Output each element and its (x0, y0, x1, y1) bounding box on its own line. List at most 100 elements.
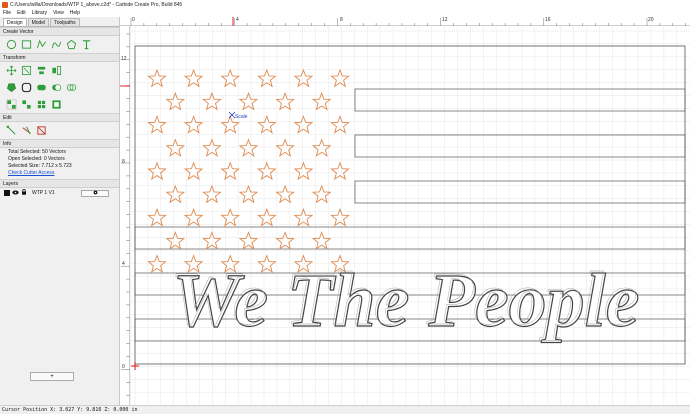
star-shape[interactable] (238, 231, 259, 250)
star-shape[interactable] (165, 184, 186, 204)
star-shape[interactable] (165, 138, 186, 157)
stripe-4[interactable] (134, 226, 686, 250)
star-shape[interactable] (257, 161, 277, 181)
left-ruler-ticks (120, 33, 130, 409)
star-shape[interactable] (147, 115, 167, 134)
stripe-1[interactable] (354, 88, 686, 112)
trim-tool-icon[interactable] (21, 125, 32, 136)
layer-settings-button[interactable] (81, 189, 109, 197)
mirror-tool-icon[interactable] (51, 65, 62, 76)
create-vector-header: Create Vector (0, 27, 119, 36)
selected-size-text: Selected Size: 7.712 x 5.723 (8, 163, 72, 169)
ruler-label-y12: 12 (121, 56, 127, 62)
text-tool-icon[interactable] (81, 39, 92, 50)
star-shape[interactable] (330, 115, 350, 134)
menu-edit[interactable]: Edit (17, 10, 26, 16)
layer-name[interactable]: WTP 1 V1 (32, 190, 55, 196)
total-selected-text: Total Selected: 50 Vectors (8, 149, 66, 155)
design-canvas[interactable]: Scale We The People We The People (131, 26, 690, 405)
star-shape[interactable] (293, 68, 314, 88)
subtract-tool-icon[interactable] (51, 82, 62, 93)
star-shape[interactable] (165, 231, 186, 250)
star-shape[interactable] (202, 231, 222, 250)
star-shape[interactable] (275, 184, 295, 204)
menu-library[interactable]: Library (32, 10, 47, 16)
star-shape[interactable] (238, 138, 259, 157)
stripe-3[interactable] (354, 180, 686, 204)
weld-tool-icon[interactable] (36, 82, 47, 93)
polygon-tool-icon[interactable] (66, 39, 77, 50)
node-edit-tool-icon[interactable] (6, 125, 17, 136)
ungroup-tool-icon[interactable] (21, 99, 32, 110)
ruler-label-y8: 8 (122, 159, 125, 165)
star-shape[interactable] (330, 68, 350, 88)
add-layer-button[interactable]: + (30, 372, 74, 381)
transform-header: Transform (0, 53, 119, 62)
extend-tool-icon[interactable] (36, 125, 47, 136)
tab-model[interactable]: Model (27, 18, 50, 26)
app-window: C:/Users/willa/Downloads/WTP 1_above.c2d… (0, 0, 690, 414)
canvas-drawing[interactable]: Scale We The People We The People (131, 26, 690, 405)
move-tool-icon[interactable] (6, 65, 17, 76)
ruler-label-16: 16 (545, 17, 551, 23)
star-shape[interactable] (147, 161, 167, 181)
star-shape[interactable] (220, 161, 240, 181)
circle-tool-icon[interactable] (6, 39, 17, 50)
scale-handle-label[interactable]: Scale (235, 114, 248, 120)
tab-design[interactable]: Design (3, 18, 27, 26)
star-shape[interactable] (275, 231, 295, 250)
open-selected-text: Open Selected: 0 Vectors (8, 156, 65, 162)
rectangle-tool-icon[interactable] (21, 39, 32, 50)
menu-bar: File Edit Library View Help (0, 9, 690, 17)
ruler-label-8: 8 (340, 17, 343, 23)
menu-file[interactable]: File (3, 10, 11, 16)
group-tool-icon[interactable] (6, 99, 17, 110)
ruler-label-12: 12 (442, 17, 448, 23)
stripe-2[interactable] (354, 134, 686, 158)
check-cutter-access-link[interactable]: Check Cutter Access (0, 169, 119, 176)
star-shape[interactable] (293, 161, 314, 181)
visibility-eye-icon[interactable] (12, 190, 19, 197)
panel-tabs: Design Model Toolpaths (0, 17, 119, 27)
transform-tools-row-3 (0, 96, 119, 113)
origin-marker-icon (131, 362, 139, 370)
info-header: Info (0, 139, 119, 148)
star-shape[interactable] (257, 68, 277, 88)
star-shape[interactable] (238, 184, 259, 204)
intersect-tool-icon[interactable] (66, 82, 77, 93)
fillet-tool-icon[interactable] (21, 82, 32, 93)
tab-toolpaths[interactable]: Toolpaths (50, 18, 80, 26)
star-shape[interactable] (147, 68, 167, 88)
ruler-label-20: 20 (648, 17, 654, 23)
star-shape[interactable] (293, 115, 314, 134)
star-field[interactable] (147, 68, 350, 273)
star-shape[interactable] (275, 138, 295, 157)
layer-row[interactable]: WTP 1 V1 (0, 188, 119, 198)
ruler-label-4: 4 (236, 17, 239, 23)
polyline-tool-icon[interactable] (36, 39, 47, 50)
we-the-people-text-inner: We The People (170, 257, 637, 341)
join-tool-icon[interactable] (36, 99, 47, 110)
align-tool-icon[interactable] (36, 65, 47, 76)
star-shape[interactable] (202, 184, 222, 204)
ruler-label-y4: 4 (122, 261, 125, 267)
create-vector-tools (0, 36, 119, 53)
offset-tool-icon[interactable] (6, 82, 17, 93)
ruler-label-y0: 0 (122, 364, 125, 370)
canvas-grid (131, 26, 690, 405)
star-shape[interactable] (202, 138, 222, 157)
star-shape[interactable] (257, 115, 277, 134)
curve-tool-icon[interactable] (51, 39, 62, 50)
status-bar: Cursor Position X: 3.027 Y: 9.816 Z: 0.0… (0, 405, 690, 414)
star-shape[interactable] (220, 68, 240, 88)
menu-view[interactable]: View (53, 10, 64, 16)
layer-color-swatch[interactable] (4, 190, 10, 196)
transform-tools-row-2 (0, 79, 119, 96)
menu-help[interactable]: Help (70, 10, 80, 16)
transform-tools-row-1 (0, 62, 119, 79)
star-shape[interactable] (330, 161, 350, 181)
array-tool-icon[interactable] (51, 99, 62, 110)
star-shape[interactable] (147, 254, 167, 273)
resize-tool-icon[interactable] (21, 65, 32, 76)
lock-icon[interactable] (21, 189, 27, 197)
